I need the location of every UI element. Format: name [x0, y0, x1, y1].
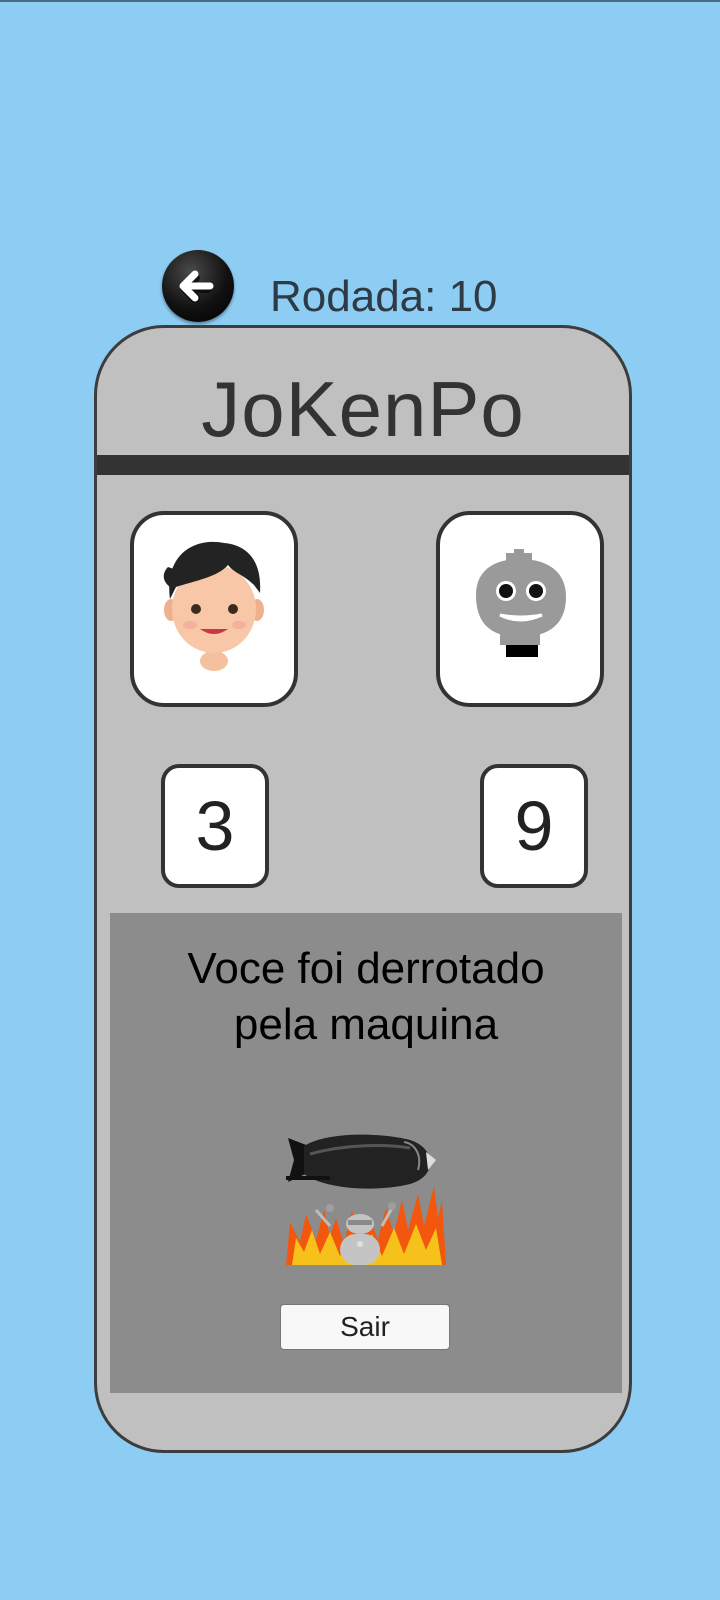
player-avatar-card	[130, 511, 298, 707]
bomb-robot-fire-image	[286, 1134, 446, 1265]
title-divider	[97, 455, 629, 475]
result-message: Voce foi derrotado pela maquina	[187, 944, 545, 1049]
game-panel: JoKenPo 3 9 Voce foi derrotado pela maqu…	[94, 325, 632, 1453]
round-counter: Rodada: 10	[270, 272, 498, 321]
result-panel: Voce foi derrotado pela maquina Sair	[110, 913, 622, 1393]
player-score: 3	[161, 764, 269, 888]
app-title: JoKenPo	[201, 365, 525, 453]
exit-button[interactable]: Sair	[280, 1304, 450, 1350]
back-button[interactable]	[162, 250, 234, 322]
cpu-score: 9	[480, 764, 588, 888]
top-border-line	[0, 0, 720, 2]
person-face-icon	[163, 541, 264, 671]
arrow-left-icon	[179, 270, 214, 303]
robot-head-icon	[476, 549, 566, 657]
cpu-avatar-card	[436, 511, 604, 707]
